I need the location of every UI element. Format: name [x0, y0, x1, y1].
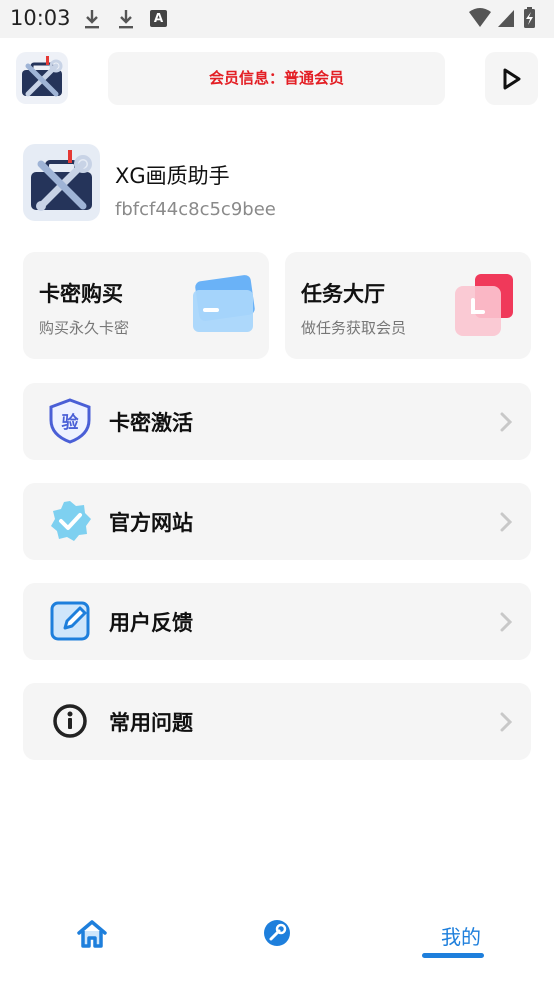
signal-icon [498, 10, 514, 27]
a-letter-icon: A [150, 10, 167, 27]
card-subtitle: 购买永久卡密 [39, 319, 130, 337]
bottom-nav: 我的 [0, 900, 554, 984]
active-tab-indicator [422, 953, 484, 958]
menu-label: 用户反馈 [109, 611, 193, 635]
toolbox-logo-icon [31, 150, 92, 211]
chevron-right-icon [500, 612, 513, 632]
card-task-hall[interactable]: 任务大厅 做任务获取会员 [285, 252, 531, 359]
device-id: fbfcf44c8c5c9bee [115, 199, 276, 220]
menu-label: 官方网站 [109, 511, 193, 535]
toolbox-logo-icon [22, 56, 63, 97]
menu-label: 卡密激活 [109, 411, 193, 435]
download-icon [119, 10, 133, 29]
status-icons [469, 7, 535, 28]
card-title: 任务大厅 [301, 282, 385, 306]
card-icon [193, 275, 255, 332]
info-icon [53, 704, 87, 738]
wrench-icon[interactable] [262, 918, 292, 948]
app-name: XG画质助手 [115, 164, 230, 188]
nav-tab-mine[interactable]: 我的 [441, 921, 481, 950]
menu-row-activate-key[interactable]: 验 卡密激活 [23, 383, 531, 460]
play-icon [503, 68, 521, 90]
menu-label: 常用问题 [109, 711, 193, 735]
card-buy-key[interactable]: 卡密购买 购买永久卡密 [23, 252, 269, 359]
chevron-right-icon [500, 712, 513, 732]
profile-avatar [23, 144, 100, 221]
menu-row-feedback[interactable]: 用户反馈 [23, 583, 531, 660]
status-bar: 10:03 A [0, 0, 554, 38]
member-info[interactable]: 会员信息：普通会员 [108, 52, 445, 105]
wifi-icon [469, 8, 491, 27]
card-title: 卡密购买 [39, 282, 123, 306]
task-icon [455, 274, 513, 336]
menu-row-faq[interactable]: 常用问题 [23, 683, 531, 760]
home-icon[interactable] [76, 918, 108, 950]
verify-shield-icon: 验 [49, 398, 91, 444]
edit-icon [50, 601, 90, 641]
status-time: 10:03 [10, 6, 71, 30]
play-button[interactable] [485, 52, 538, 105]
svg-text:验: 验 [62, 412, 80, 433]
card-subtitle: 做任务获取会员 [301, 319, 407, 337]
download-icon [85, 10, 99, 29]
chevron-right-icon [500, 512, 513, 532]
menu-row-official-site[interactable]: 官方网站 [23, 483, 531, 560]
app-logo[interactable] [16, 52, 68, 104]
verified-badge-icon [51, 501, 91, 541]
chevron-right-icon [500, 412, 513, 432]
